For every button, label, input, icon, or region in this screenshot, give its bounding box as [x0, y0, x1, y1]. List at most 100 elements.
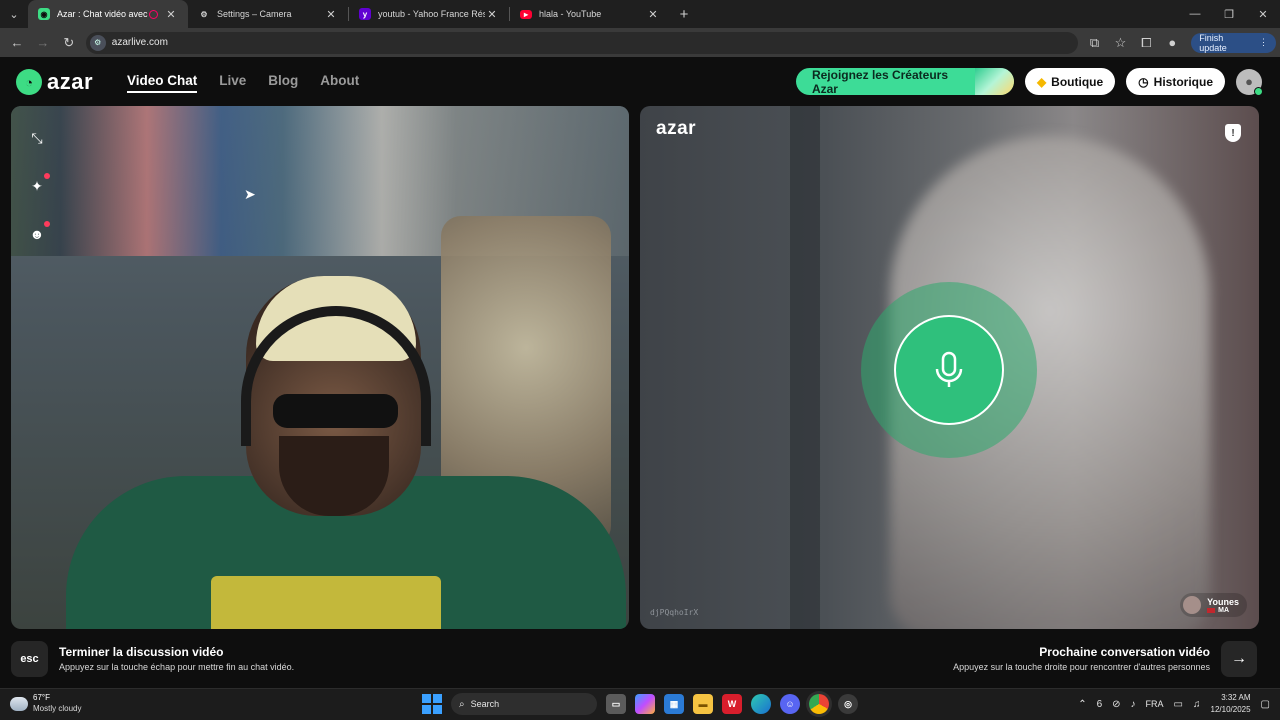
yahoo-icon: y — [359, 8, 371, 20]
clock-time: 3:32 AM — [1221, 693, 1251, 702]
tab-yahoo[interactable]: y youtub - Yahoo France Résultats de la … — [349, 0, 509, 28]
back-arrow-icon[interactable]: ← — [4, 30, 30, 56]
finish-update-label: Finish update — [1199, 32, 1227, 53]
copilot-icon[interactable] — [635, 694, 655, 714]
obs-icon[interactable]: ◎ — [838, 694, 858, 714]
display-icon[interactable]: ▭ — [1174, 699, 1183, 710]
forward-arrow-icon[interactable]: → — [30, 30, 56, 56]
microphone-button[interactable] — [894, 315, 1004, 425]
wps-office-icon[interactable]: W — [722, 694, 742, 714]
close-icon[interactable]: ✕ — [646, 8, 660, 21]
tab-search-button[interactable]: ⌄ — [0, 0, 28, 28]
weather-widget[interactable]: 67°F Mostly cloudy — [10, 693, 81, 714]
clock-icon: ◷ — [1138, 74, 1149, 89]
close-icon[interactable]: ✕ — [485, 8, 499, 21]
task-view-icon[interactable]: ▭ — [606, 694, 626, 714]
edge-icon[interactable] — [751, 694, 771, 714]
windows-start-icon[interactable] — [422, 694, 442, 714]
history-button[interactable]: ◷ Historique — [1126, 68, 1225, 95]
store-icon[interactable]: ▦ — [664, 694, 684, 714]
microphone-tray-icon[interactable]: ♪ — [1131, 699, 1136, 710]
peer-country: MA — [1207, 607, 1239, 614]
sync-icon[interactable]: 6 — [1097, 699, 1103, 710]
user-silhouette-icon: ● — [1245, 74, 1253, 89]
discord-icon[interactable]: ☺ — [780, 694, 800, 714]
next-chat-button[interactable]: → — [1221, 641, 1257, 677]
esc-key-label: esc — [20, 653, 39, 665]
sunglasses — [273, 394, 398, 428]
end-chat-esc-button[interactable]: esc — [11, 641, 48, 677]
end-chat-subtitle: Appuyez sur la touche échap pour mettre … — [59, 662, 295, 672]
nav-video-chat[interactable]: Video Chat — [127, 73, 198, 93]
azar-logo[interactable]: ◔ azar — [16, 69, 93, 95]
minimize-icon[interactable]: — — [1178, 0, 1212, 28]
peer-country-code: MA — [1218, 606, 1230, 614]
window-close-icon[interactable]: ✕ — [1246, 0, 1280, 28]
user-avatar[interactable]: ● — [1236, 68, 1263, 96]
microphone-pulse-ring — [861, 282, 1037, 458]
creators-button[interactable]: Rejoignez les Créateurs Azar — [795, 67, 1014, 96]
shrink-icon: ⤡ — [31, 129, 43, 146]
report-shield-icon[interactable]: ! — [1225, 124, 1241, 142]
language-indicator[interactable]: FRA — [1146, 699, 1164, 709]
browser-toolbar: ← → ↻ ⚙ azarlive.com ⧉ ☆ ⧠ ● Finish upda… — [0, 28, 1280, 57]
end-chat-hint: Terminer la discussion vidéo Appuyez sur… — [59, 645, 294, 672]
close-icon[interactable]: ✕ — [164, 8, 178, 21]
chevron-up-icon[interactable]: ⌃ — [1078, 699, 1086, 710]
azar-header: ◔ azar Video Chat Live Blog About Rejoig… — [0, 57, 1280, 107]
notification-dot — [44, 221, 50, 227]
url-text: azarlive.com — [111, 37, 168, 48]
mouse-cursor-icon: ➤ — [244, 186, 256, 202]
effects-button[interactable]: ✦ — [23, 172, 51, 200]
end-chat-title: Terminer la discussion vidéo — [59, 645, 224, 659]
gear-icon: ⚙ — [200, 9, 208, 19]
tab-youtube[interactable]: ▸ hlala - YouTube ✕ — [510, 0, 670, 28]
peer-avatar — [1183, 596, 1202, 614]
restore-icon[interactable]: ❐ — [1212, 0, 1246, 28]
system-clock[interactable]: 3:32 AM 12/10/2025 — [1211, 692, 1251, 716]
peer-info[interactable]: Younes MA — [1180, 593, 1247, 617]
extensions-icon[interactable]: ⧠ — [1133, 30, 1159, 56]
creators-decoration-icon — [974, 68, 1014, 95]
volume-icon[interactable]: ♫ — [1193, 699, 1201, 710]
sticker-button[interactable]: ☻ — [23, 220, 51, 248]
taskbar-search[interactable]: ⌕ Search — [451, 693, 597, 715]
notification-dot — [44, 173, 50, 179]
browser-tab-strip: ⌄ ◉ Azar : Chat vidéo avec de nouvelles … — [0, 0, 1280, 28]
keyboard-hints: esc Terminer la discussion vidéo Appuyez… — [0, 630, 1280, 688]
tab-title: Settings – Camera — [217, 9, 292, 19]
shop-button[interactable]: ◆ Boutique — [1024, 68, 1116, 95]
cast-icon[interactable]: ⧉ — [1082, 30, 1108, 56]
diamond-icon: ◆ — [1036, 74, 1047, 89]
nav-live[interactable]: Live — [219, 73, 246, 93]
notification-bell-icon[interactable]: ▢ — [1261, 699, 1270, 710]
search-icon: ⌕ — [459, 698, 465, 710]
profile-icon[interactable]: ● — [1159, 30, 1185, 56]
bookmark-star-icon[interactable]: ☆ — [1108, 30, 1134, 56]
youtube-icon: ▸ — [520, 9, 532, 19]
tab-settings-camera[interactable]: ⚙ Settings – Camera ✕ — [188, 0, 348, 28]
search-placeholder: Search — [470, 699, 500, 709]
logo-text: azar — [47, 69, 94, 94]
nav-about[interactable]: About — [320, 73, 359, 93]
finish-update-button[interactable]: Finish update ⋮ — [1191, 32, 1277, 53]
session-code: djPQqhoIrX — [650, 608, 699, 617]
network-off-icon[interactable]: ⊘ — [1112, 699, 1120, 710]
azar-watermark: azar — [656, 118, 697, 139]
chrome-icon[interactable] — [809, 694, 829, 714]
kebab-menu-icon: ⋮ — [1259, 37, 1269, 47]
close-icon[interactable]: ✕ — [324, 8, 338, 21]
minimize-video-button[interactable]: ⤡ — [23, 124, 51, 152]
new-tab-button[interactable]: + — [670, 0, 698, 28]
file-explorer-icon[interactable]: ▬ — [693, 694, 713, 714]
address-bar[interactable]: ⚙ azarlive.com — [85, 31, 1078, 54]
microphone-icon — [935, 351, 963, 387]
azar-logo-icon: ◔ — [16, 69, 42, 95]
main-nav: Video Chat Live Blog About — [127, 73, 359, 93]
site-info-icon[interactable]: ⚙ — [89, 34, 106, 51]
creators-label: Rejoignez les Créateurs Azar — [811, 67, 948, 96]
nav-blog[interactable]: Blog — [268, 73, 298, 93]
reload-icon[interactable]: ↻ — [56, 30, 82, 56]
tab-title: Azar : Chat vidéo avec de nouvelles pers… — [57, 9, 149, 19]
tab-azar[interactable]: ◉ Azar : Chat vidéo avec de nouvelles pe… — [28, 0, 188, 28]
